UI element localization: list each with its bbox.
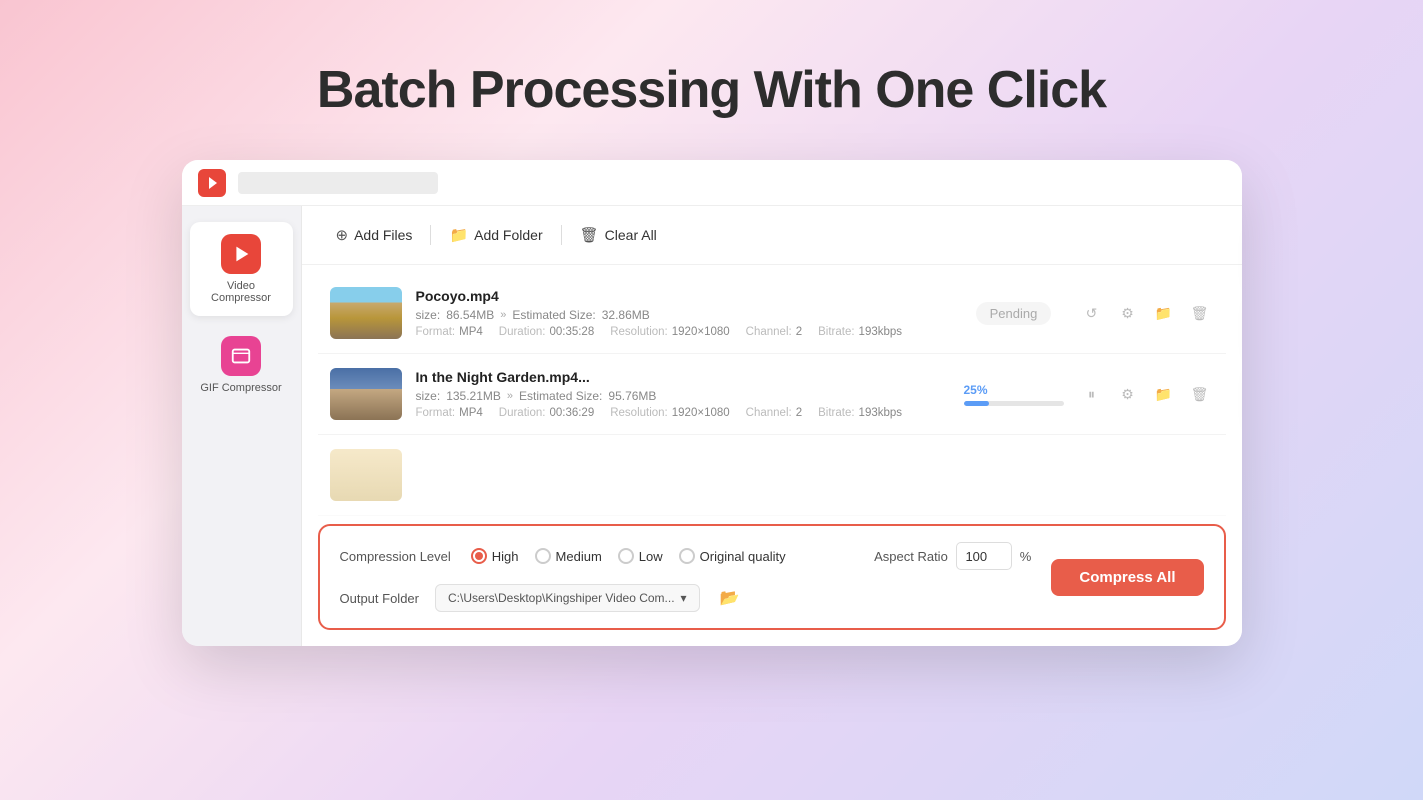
file-list: Pocoyo.mp4 size: 86.54MB » Estimated Siz… bbox=[302, 265, 1242, 524]
aspect-ratio-section: Aspect Ratio % bbox=[874, 542, 1031, 570]
app-logo bbox=[198, 169, 226, 197]
radio-inner-high bbox=[475, 552, 483, 560]
toolbar-sep-2 bbox=[561, 225, 562, 245]
sidebar-item-video-compressor[interactable]: Video Compressor bbox=[190, 222, 293, 316]
radio-circle-low bbox=[618, 548, 634, 564]
file-meta-pocoyo: Format:MP4 Duration:00:35:28 Resolution:… bbox=[416, 326, 950, 338]
page-title: Batch Processing With One Click bbox=[317, 60, 1106, 120]
add-folder-label: Add Folder bbox=[474, 227, 542, 243]
pause-button-night-garden[interactable]: ⏸ bbox=[1078, 380, 1106, 408]
estimated-size-value: 32.86MB bbox=[602, 308, 650, 322]
settings-button-pocoyo[interactable]: ⚙ bbox=[1114, 299, 1142, 327]
progress-bar-bg bbox=[964, 401, 1064, 406]
output-path-text: C:\Users\Desktop\Kingshiper Video Com... bbox=[448, 591, 675, 605]
aspect-ratio-unit: % bbox=[1020, 549, 1032, 564]
title-bar-search-bar bbox=[238, 172, 438, 194]
file-thumbnail-pocoyo bbox=[330, 287, 402, 339]
arrow-icon: » bbox=[500, 309, 506, 321]
file-info-night-garden: In the Night Garden.mp4... size: 135.21M… bbox=[416, 369, 950, 419]
file-actions-night-garden: ⏸ ⚙ 📁 🗑 bbox=[1078, 380, 1214, 408]
aspect-ratio-label: Aspect Ratio bbox=[874, 549, 948, 564]
estimated-size-label: Estimated Size: bbox=[512, 308, 595, 322]
radio-label-low: Low bbox=[639, 549, 663, 564]
open-folder-button[interactable]: 📂 bbox=[716, 584, 744, 612]
radio-circle-high bbox=[471, 548, 487, 564]
file-sizes-pocoyo: size: 86.54MB » Estimated Size: 32.86MB bbox=[416, 308, 950, 322]
radio-circle-medium bbox=[535, 548, 551, 564]
radio-label-medium: Medium bbox=[556, 549, 602, 564]
radio-label-original: Original quality bbox=[700, 549, 786, 564]
file-status-night-garden: 25% bbox=[964, 383, 1064, 406]
radio-circle-original bbox=[679, 548, 695, 564]
sidebar-item-label-gif: GIF Compressor bbox=[200, 382, 281, 394]
compression-row: Compression Level High bbox=[340, 542, 1032, 570]
add-files-button[interactable]: ⊕ Add Files bbox=[322, 220, 427, 250]
radio-option-medium[interactable]: Medium bbox=[535, 548, 602, 564]
add-folder-button[interactable]: 📁 Add Folder bbox=[435, 220, 556, 250]
folder-button-night-garden[interactable]: 📁 bbox=[1150, 380, 1178, 408]
bottom-left: Compression Level High bbox=[340, 542, 1032, 612]
bottom-panel: Compression Level High bbox=[318, 524, 1226, 630]
folder-button-pocoyo[interactable]: 📁 bbox=[1150, 299, 1178, 327]
delete-button-pocoyo[interactable]: 🗑 bbox=[1186, 299, 1214, 327]
dropdown-chevron-icon: ▾ bbox=[681, 591, 687, 605]
gif-compressor-icon bbox=[221, 336, 261, 376]
file-name-pocoyo: Pocoyo.mp4 bbox=[416, 288, 950, 304]
sidebar-item-gif-compressor[interactable]: GIF Compressor bbox=[190, 324, 293, 406]
add-folder-icon: 📁 bbox=[449, 226, 468, 244]
compression-level-label: Compression Level bbox=[340, 549, 451, 564]
file-size-value: 86.54MB bbox=[446, 308, 494, 322]
aspect-ratio-input[interactable] bbox=[956, 542, 1012, 570]
app-window: Video Compressor GIF Compressor ⊕ Add Fi… bbox=[182, 160, 1242, 646]
video-compressor-icon bbox=[221, 234, 261, 274]
file-thumbnail-third bbox=[330, 449, 402, 501]
table-row: Pocoyo.mp4 size: 86.54MB » Estimated Siz… bbox=[318, 273, 1226, 354]
table-row bbox=[318, 435, 1226, 516]
sidebar-item-label-video: Video Compressor bbox=[198, 280, 285, 304]
output-row: Output Folder C:\Users\Desktop\Kingshipe… bbox=[340, 584, 1032, 612]
file-size-label: size: bbox=[416, 308, 441, 322]
radio-option-high[interactable]: High bbox=[471, 548, 519, 564]
file-sizes-night-garden: size: 135.21MB » Estimated Size: 95.76MB bbox=[416, 389, 950, 403]
file-actions-pocoyo: ↺ ⚙ 📁 🗑 bbox=[1078, 299, 1214, 327]
file-thumbnail-night-garden bbox=[330, 368, 402, 420]
radio-option-original[interactable]: Original quality bbox=[679, 548, 786, 564]
radio-option-low[interactable]: Low bbox=[618, 548, 663, 564]
toolbar: ⊕ Add Files 📁 Add Folder 🗑 Clear All bbox=[302, 206, 1242, 265]
estimated-size-label-ng: Estimated Size: bbox=[519, 389, 602, 403]
file-size-value-ng: 135.21MB bbox=[446, 389, 501, 403]
output-path-select[interactable]: C:\Users\Desktop\Kingshiper Video Com...… bbox=[435, 584, 700, 612]
content-area: ⊕ Add Files 📁 Add Folder 🗑 Clear All bbox=[302, 206, 1242, 646]
add-files-icon: ⊕ bbox=[336, 226, 349, 244]
clear-all-icon: 🗑 bbox=[580, 226, 599, 244]
settings-button-night-garden[interactable]: ⚙ bbox=[1114, 380, 1142, 408]
file-meta-night-garden: Format:MP4 Duration:00:36:29 Resolution:… bbox=[416, 407, 950, 419]
arrow-icon-ng: » bbox=[507, 390, 513, 402]
file-name-night-garden: In the Night Garden.mp4... bbox=[416, 369, 950, 385]
bottom-compress-area: Compression Level High bbox=[340, 542, 1204, 612]
radio-label-high: High bbox=[492, 549, 519, 564]
progress-percent: 25% bbox=[964, 383, 1064, 397]
table-row: In the Night Garden.mp4... size: 135.21M… bbox=[318, 354, 1226, 435]
refresh-button-pocoyo[interactable]: ↺ bbox=[1078, 299, 1106, 327]
progress-bar-fill bbox=[964, 401, 989, 406]
status-badge-pending: Pending bbox=[976, 302, 1052, 325]
add-files-label: Add Files bbox=[354, 227, 412, 243]
title-bar bbox=[182, 160, 1242, 206]
sidebar: Video Compressor GIF Compressor bbox=[182, 206, 302, 646]
file-info-pocoyo: Pocoyo.mp4 size: 86.54MB » Estimated Siz… bbox=[416, 288, 950, 338]
toolbar-sep-1 bbox=[430, 225, 431, 245]
main-layout: Video Compressor GIF Compressor ⊕ Add Fi… bbox=[182, 206, 1242, 646]
file-status-pocoyo: Pending bbox=[964, 302, 1064, 325]
file-size-label-ng: size: bbox=[416, 389, 441, 403]
output-folder-label: Output Folder bbox=[340, 591, 420, 606]
progress-bar-night-garden: 25% bbox=[964, 383, 1064, 406]
estimated-size-value-ng: 95.76MB bbox=[608, 389, 656, 403]
clear-all-label: Clear All bbox=[605, 227, 657, 243]
compress-all-button[interactable]: Compress All bbox=[1051, 559, 1203, 596]
delete-button-night-garden[interactable]: 🗑 bbox=[1186, 380, 1214, 408]
compression-radio-group: High Medium Low bbox=[471, 548, 786, 564]
clear-all-button[interactable]: 🗑 Clear All bbox=[566, 220, 671, 250]
